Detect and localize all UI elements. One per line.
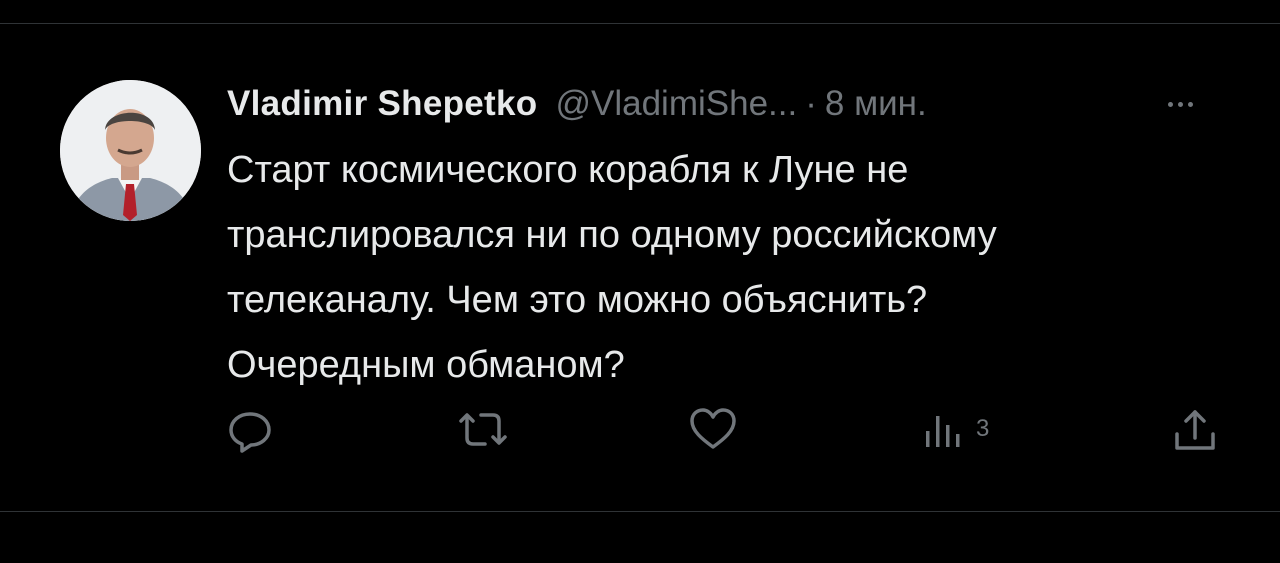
tweet-text-line: транслировался ни по одному российскому (227, 214, 997, 256)
heart-icon (690, 408, 736, 449)
tweet-text-line: Очередным обманом? (227, 344, 625, 386)
tweet-text: Старт космического корабля к Луне не тра… (227, 138, 1237, 398)
more-dot (1168, 101, 1173, 107)
reply-button[interactable] (225, 404, 275, 454)
share-icon (1175, 410, 1215, 450)
more-icon[interactable] (1168, 80, 1193, 128)
tweet-text-line: Старт космического корабля к Луне не (227, 149, 909, 191)
views-button[interactable]: 3 (922, 404, 989, 454)
tweet-header: Vladimir Shepetko @VladimiShe... · 8 мин… (227, 80, 927, 128)
bottom-divider (0, 511, 1280, 512)
author-name[interactable]: Vladimir Shepetko (227, 84, 537, 124)
share-button[interactable] (1170, 404, 1220, 454)
action-bar: 3 (225, 404, 1225, 454)
reply-icon (229, 412, 271, 453)
retweet-button[interactable] (455, 404, 511, 454)
tweet[interactable]: Vladimir Shepetko @VladimiShe... · 8 мин… (0, 24, 1280, 511)
tweet-text-line: телеканалу. Чем это можно объяснить? (227, 279, 928, 321)
avatar-photo (60, 80, 201, 221)
retweet-icon (459, 413, 507, 446)
author-handle[interactable]: @VladimiShe... (555, 84, 797, 124)
views-count: 3 (976, 415, 990, 442)
more-dot (1188, 101, 1193, 107)
like-button[interactable] (688, 404, 738, 454)
tweet-time[interactable]: 8 мин. (825, 84, 927, 124)
separator-dot: · (805, 84, 817, 123)
bar-chart-icon (926, 416, 960, 447)
more-dot (1178, 101, 1183, 107)
avatar[interactable] (60, 80, 201, 221)
